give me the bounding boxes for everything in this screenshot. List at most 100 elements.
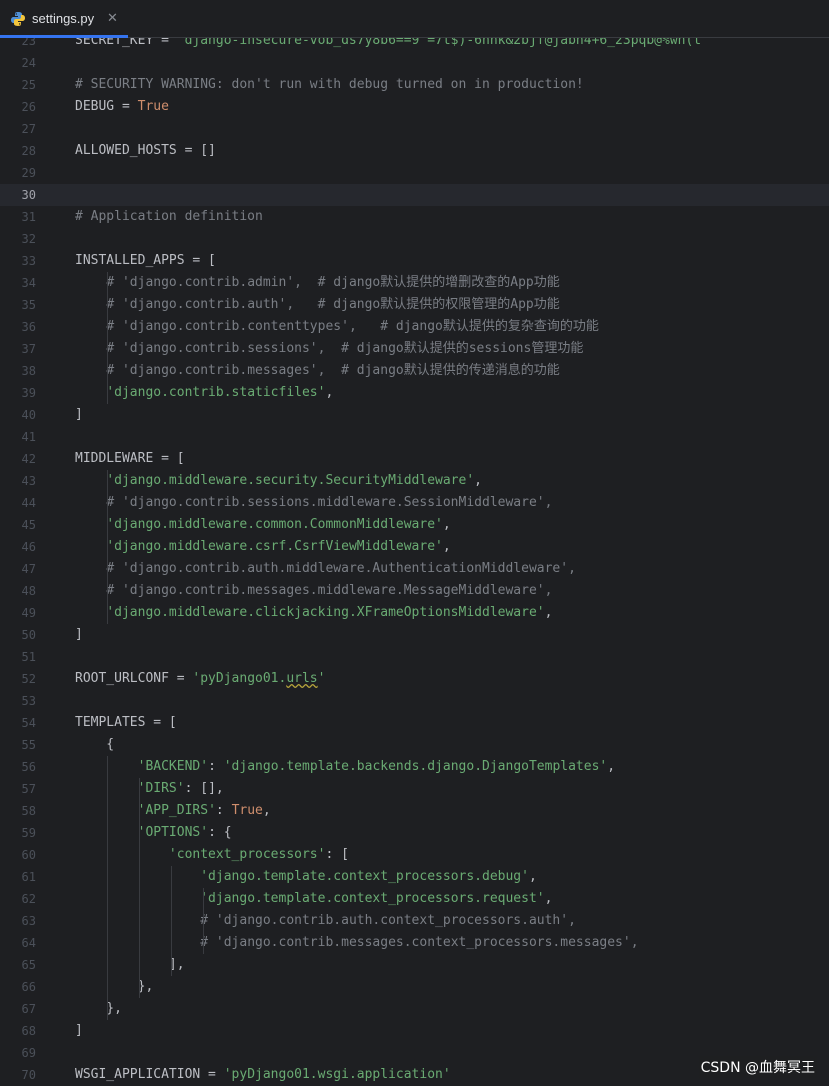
code-line[interactable]: 36 # 'django.contrib.contenttypes', # dj…	[0, 316, 829, 338]
code-line[interactable]: 28 ALLOWED_HOSTS = []	[0, 140, 829, 162]
code-line[interactable]: 37 # 'django.contrib.sessions', # django…	[0, 338, 829, 360]
line-number: 70	[21, 1068, 36, 1082]
code-editor[interactable]: 23 SECRET_KEY = 'django-insecure-vob_ds7y…	[0, 38, 829, 1086]
code-token: TEMPLATES = [	[75, 715, 177, 730]
code-text: # 'django.contrib.auth.context_processor…	[75, 910, 576, 932]
code-line[interactable]: 55 {	[0, 734, 829, 756]
code-line[interactable]: 63 # 'django.contrib.auth.context_proces…	[0, 910, 829, 932]
code-line[interactable]: 42 MIDDLEWARE = [	[0, 448, 829, 470]
line-number: 52	[21, 672, 36, 686]
code-line[interactable]: 38 # 'django.contrib.messages', # django…	[0, 360, 829, 382]
code-line[interactable]: 35 # 'django.contrib.auth', # django默认提供…	[0, 294, 829, 316]
code-text: 'BACKEND': 'django.template.backends.dja…	[75, 756, 615, 778]
line-number: 24	[21, 56, 36, 70]
code-line[interactable]: 49 'django.middleware.clickjacking.XFram…	[0, 602, 829, 624]
code-line[interactable]: 62 'django.template.context_processors.r…	[0, 888, 829, 910]
python-file-icon	[11, 12, 25, 26]
code-token: SECRET_KEY =	[75, 38, 177, 48]
code-line[interactable]: 61 'django.template.context_processors.d…	[0, 866, 829, 888]
code-line[interactable]: 57 'DIRS': [],	[0, 778, 829, 800]
code-line[interactable]: 30	[0, 184, 829, 206]
line-number: 27	[21, 122, 36, 136]
code-line[interactable]: 65 ],	[0, 954, 829, 976]
line-number: 62	[21, 892, 36, 906]
code-line[interactable]: 52 ROOT_URLCONF = 'pyDjango01.urls'	[0, 668, 829, 690]
code-text: 'OPTIONS': {	[75, 822, 232, 844]
code-line[interactable]: 44 # 'django.contrib.sessions.middleware…	[0, 492, 829, 514]
line-number: 47	[21, 562, 36, 576]
code-line[interactable]: 56 'BACKEND': 'django.template.backends.…	[0, 756, 829, 778]
code-line[interactable]: 48 # 'django.contrib.messages.middleware…	[0, 580, 829, 602]
tab-settings-py[interactable]: settings.py ✕	[0, 0, 128, 38]
code-line[interactable]: 66 },	[0, 976, 829, 998]
code-line[interactable]: 34 # 'django.contrib.admin', # django默认提…	[0, 272, 829, 294]
code-line[interactable]: 59 'OPTIONS': {	[0, 822, 829, 844]
line-number: 48	[21, 584, 36, 598]
tab-title: settings.py	[32, 11, 95, 26]
line-number: 34	[21, 276, 36, 290]
code-text: # 'django.contrib.sessions', # django默认提…	[75, 338, 583, 360]
code-text: 'context_processors': [	[75, 844, 349, 866]
code-text: SECRET_KEY = 'django-insecure-vob_ds7y8b…	[75, 38, 701, 52]
code-line[interactable]: 64 # 'django.contrib.messages.context_pr…	[0, 932, 829, 954]
code-text: 'django.middleware.security.SecurityMidd…	[75, 470, 482, 492]
line-number: 64	[21, 936, 36, 950]
code-line[interactable]: 43 'django.middleware.security.SecurityM…	[0, 470, 829, 492]
code-line[interactable]: 46 'django.middleware.csrf.CsrfViewMiddl…	[0, 536, 829, 558]
code-text: {	[75, 734, 114, 756]
code-line[interactable]: 53	[0, 690, 829, 712]
code-line[interactable]: 33 INSTALLED_APPS = [	[0, 250, 829, 272]
code-text: # 'django.contrib.auth', # django默认提供的权限…	[75, 294, 559, 316]
code-token: urls	[286, 671, 318, 686]
code-line[interactable]: 24	[0, 52, 829, 74]
code-token: : [	[325, 847, 349, 862]
code-token: # 'django.contrib.admin', # django默认提供的增…	[106, 275, 560, 290]
code-line[interactable]: 50]	[0, 624, 829, 646]
indent-guide	[107, 470, 108, 624]
code-line[interactable]: 41	[0, 426, 829, 448]
code-line[interactable]: 67 },	[0, 998, 829, 1020]
code-line[interactable]: 40]	[0, 404, 829, 426]
code-line[interactable]: 31 # Application definition	[0, 206, 829, 228]
code-text: # 'django.contrib.contenttypes', # djang…	[75, 316, 599, 338]
line-number: 35	[21, 298, 36, 312]
indent-guide	[139, 778, 140, 998]
line-number: 30	[21, 188, 36, 202]
code-token: ],	[75, 957, 185, 972]
code-line[interactable]: 45 'django.middleware.common.CommonMiddl…	[0, 514, 829, 536]
line-number: 46	[21, 540, 36, 554]
code-line[interactable]: 39 'django.contrib.staticfiles',	[0, 382, 829, 404]
code-line[interactable]: 54 TEMPLATES = [	[0, 712, 829, 734]
code-token: ROOT_URLCONF =	[75, 671, 193, 686]
line-number: 58	[21, 804, 36, 818]
code-line[interactable]: 23 SECRET_KEY = 'django-insecure-vob_ds7y…	[0, 38, 829, 52]
code-line[interactable]: 32	[0, 228, 829, 250]
code-line[interactable]: 26 DEBUG = True	[0, 96, 829, 118]
code-line[interactable]: 68]	[0, 1020, 829, 1042]
code-token: },	[75, 979, 154, 994]
code-text: MIDDLEWARE = [	[75, 448, 185, 470]
code-line[interactable]: 25 # SECURITY WARNING: don't run with deb…	[0, 74, 829, 96]
code-line[interactable]: 51	[0, 646, 829, 668]
code-line[interactable]: 47 # 'django.contrib.auth.middleware.Aut…	[0, 558, 829, 580]
code-line[interactable]: 60 'context_processors': [	[0, 844, 829, 866]
code-token: {	[75, 737, 115, 752]
line-number: 25	[21, 78, 36, 92]
code-token: ,	[262, 803, 271, 818]
code-line[interactable]: 27	[0, 118, 829, 140]
line-number: 57	[21, 782, 36, 796]
code-line[interactable]: 29	[0, 162, 829, 184]
code-token: # 'django.contrib.messages.context_proce…	[200, 935, 639, 950]
code-line[interactable]: 58 'APP_DIRS': True,	[0, 800, 829, 822]
code-token: 'context_processors'	[168, 847, 326, 862]
code-token: :	[208, 759, 224, 774]
code-text: ALLOWED_HOSTS = []	[75, 140, 216, 162]
code-text: 'django.template.context_processors.debu…	[75, 866, 537, 888]
close-icon[interactable]: ✕	[107, 10, 118, 26]
code-token: 'DIRS'	[137, 781, 185, 796]
